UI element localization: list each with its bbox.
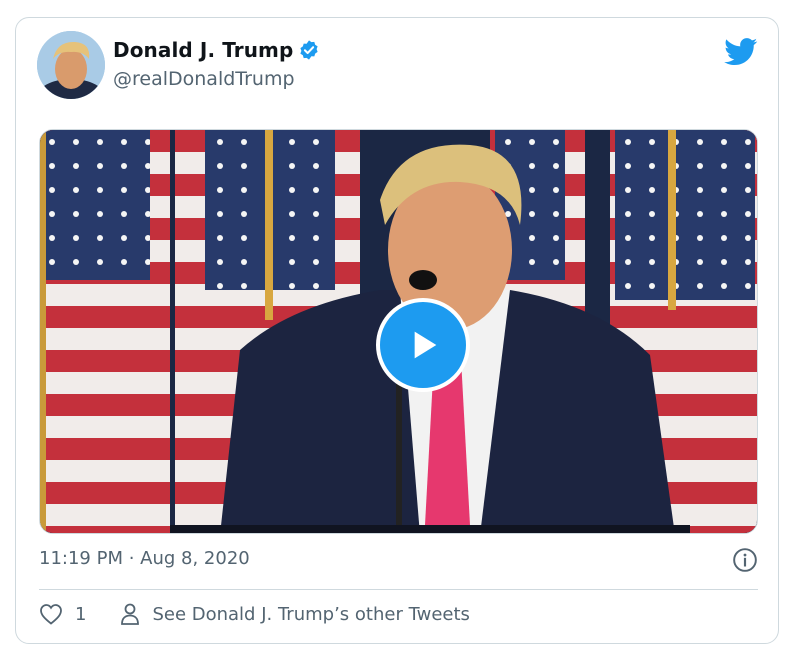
see-other-tweets-label: See Donald J. Trump’s other Tweets — [152, 603, 470, 625]
divider — [39, 589, 758, 590]
tweet-timestamp[interactable]: 11:19 PM · Aug 8, 2020 — [39, 548, 250, 569]
twitter-bird-icon[interactable] — [724, 38, 758, 66]
avatar[interactable] — [37, 31, 105, 99]
play-button[interactable] — [376, 298, 470, 392]
see-other-tweets-link[interactable]: See Donald J. Trump’s other Tweets — [120, 603, 470, 625]
tweet-video[interactable] — [39, 129, 758, 534]
heart-icon — [40, 604, 62, 625]
verified-badge-icon — [298, 39, 320, 61]
author-handle[interactable]: @realDonaldTrump — [113, 68, 295, 90]
like-button[interactable]: 1 — [39, 603, 86, 625]
like-count: 1 — [75, 603, 87, 625]
author-name[interactable]: Donald J. Trump — [113, 38, 293, 62]
tweet-card[interactable]: Donald J. Trump @realDonaldTrump 11:19 P… — [15, 17, 779, 644]
person-icon — [121, 603, 140, 625]
play-icon — [414, 331, 437, 359]
info-icon[interactable] — [732, 547, 758, 573]
